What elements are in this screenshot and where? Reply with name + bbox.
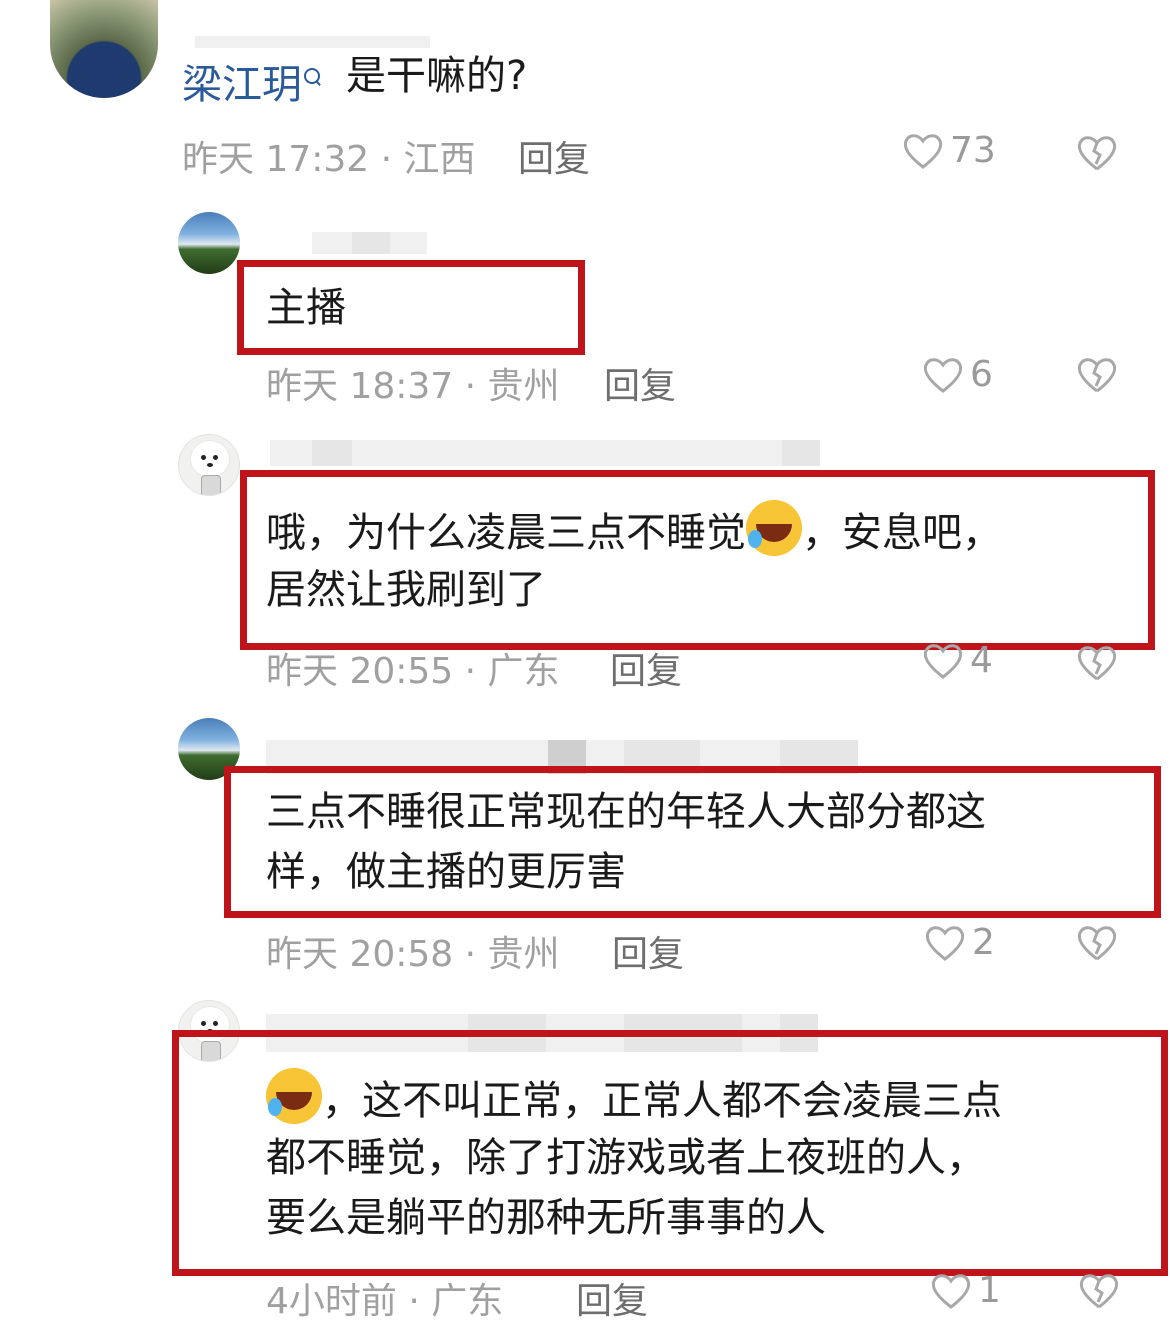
like-count: 2 xyxy=(972,922,995,963)
comment-text: 主播 xyxy=(266,285,346,331)
comment-line: 哦，为什么凌晨三点不睡觉 xyxy=(266,510,746,556)
broken-heart-icon xyxy=(1077,926,1117,961)
laughing-crying-emoji xyxy=(746,500,802,556)
reply-button[interactable]: 回复 xyxy=(576,1272,648,1324)
blurred-region xyxy=(352,232,390,254)
like-button[interactable]: 73 xyxy=(902,130,996,171)
comment-line: ，这不叫正常，正常人都不会凌晨三点 xyxy=(322,1078,1002,1124)
avatar[interactable] xyxy=(178,434,240,496)
comment-meta: 4小时前 · 广东 xyxy=(266,1281,504,1322)
comment-text: 都不睡觉，除了打游戏或者上夜班的人， xyxy=(266,1135,986,1181)
comment-text: 是干嘛的? xyxy=(346,53,528,99)
avatar-face xyxy=(191,441,229,477)
comment-text: 哦，为什么凌晨三点不睡觉 ，安息吧， xyxy=(266,500,1002,563)
broken-heart-icon xyxy=(1077,136,1117,171)
avatar-eye xyxy=(201,1021,206,1026)
like-button[interactable]: 1 xyxy=(930,1270,1001,1311)
laughing-crying-emoji xyxy=(266,1068,322,1124)
like-button[interactable]: 2 xyxy=(924,922,995,963)
heart-outline-icon xyxy=(925,925,965,961)
blurred-region xyxy=(270,440,818,466)
username-text[interactable]: 梁江玥 xyxy=(182,62,302,108)
avatar-eye xyxy=(201,455,206,460)
search-icon[interactable] xyxy=(304,68,320,84)
like-count: 73 xyxy=(950,130,996,171)
comment-meta: 昨天 20:58 · 贵州 xyxy=(266,934,560,975)
broken-heart-icon xyxy=(1077,358,1117,393)
broken-heart-icon xyxy=(1079,1274,1119,1309)
broken-heart-icon xyxy=(1077,646,1117,681)
reply-button[interactable]: 回复 xyxy=(612,925,684,977)
blurred-region xyxy=(782,440,820,466)
avatar-eye xyxy=(213,455,218,460)
dislike-button[interactable] xyxy=(1076,134,1118,172)
dislike-button[interactable] xyxy=(1078,1272,1120,1310)
comment-text: 三点不睡很正常现在的年轻人大部分都这 xyxy=(266,789,986,835)
comment-meta: 昨天 17:32 · 江西 xyxy=(182,139,476,180)
dislike-button[interactable] xyxy=(1076,356,1118,394)
blurred-region xyxy=(312,440,352,466)
avatar-phone xyxy=(201,475,221,495)
heart-outline-icon xyxy=(931,1273,971,1309)
comment-text: 样，做主播的更厉害 xyxy=(266,849,626,895)
reply-button[interactable]: 回复 xyxy=(518,130,590,182)
like-button[interactable]: 4 xyxy=(922,640,993,681)
comment-line: ，安息吧， xyxy=(802,510,1002,556)
reply-button[interactable]: 回复 xyxy=(610,642,682,694)
like-count: 6 xyxy=(970,354,993,395)
like-count: 4 xyxy=(970,640,993,681)
avatar-eye xyxy=(213,1021,218,1026)
comment-meta: 昨天 18:37 · 贵州 xyxy=(266,366,560,407)
like-count: 1 xyxy=(978,1270,1001,1311)
comment-text: 要么是躺平的那种无所事事的人 xyxy=(266,1195,826,1241)
avatar-nose xyxy=(207,463,213,467)
comment-text: ，这不叫正常，正常人都不会凌晨三点 xyxy=(266,1068,1002,1131)
like-button[interactable]: 6 xyxy=(922,354,993,395)
heart-outline-icon xyxy=(923,643,963,679)
avatar[interactable] xyxy=(178,212,240,274)
avatar[interactable] xyxy=(50,0,158,98)
heart-outline-icon xyxy=(903,133,943,169)
comment-text: 居然让我刷到了 xyxy=(266,567,546,613)
comment-meta: 昨天 20:55 · 广东 xyxy=(266,651,560,692)
heart-outline-icon xyxy=(923,357,963,393)
username-link[interactable]: 梁江玥 xyxy=(182,52,320,110)
dislike-button[interactable] xyxy=(1076,924,1118,962)
reply-button[interactable]: 回复 xyxy=(604,357,676,409)
dislike-button[interactable] xyxy=(1076,644,1118,682)
